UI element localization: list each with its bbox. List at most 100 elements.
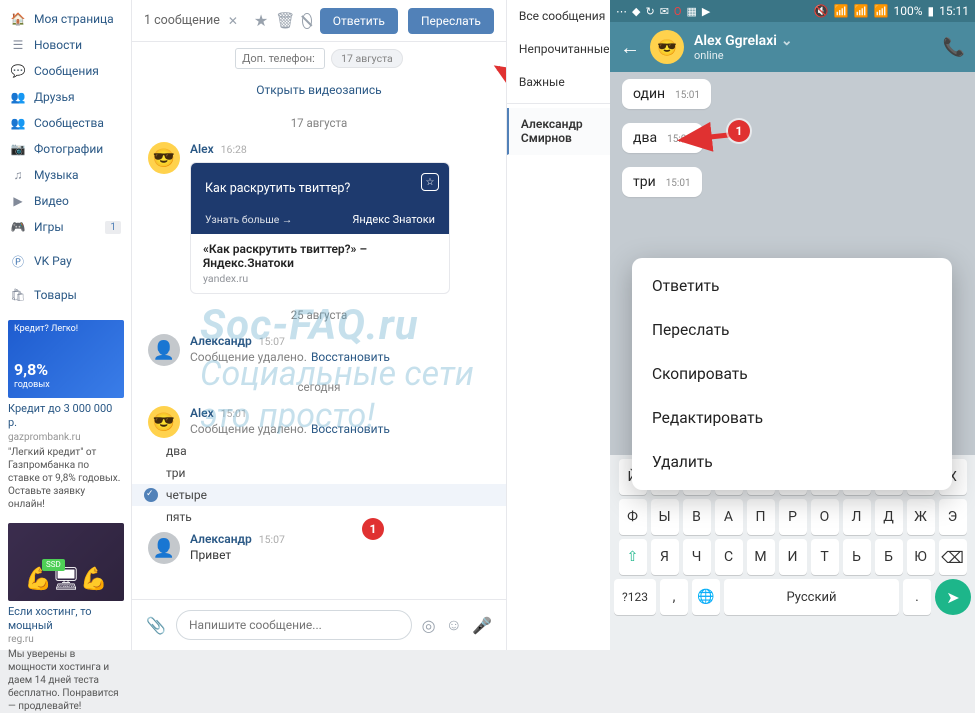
key[interactable]: И [779, 539, 807, 575]
key[interactable]: М [747, 539, 775, 575]
link-card[interactable]: Как раскрутить твиттер? ☆ Узнать больше … [190, 162, 450, 294]
open-video-link[interactable]: Открыть видеозапись [256, 83, 381, 97]
bubble-row[interactable]: три15:01 [610, 160, 975, 204]
spam-icon[interactable] [302, 13, 312, 29]
msg-body[interactable]: 17 августа Открыть видеозапись 17 август… [132, 42, 506, 599]
key[interactable]: Д [875, 499, 903, 535]
composer-input[interactable] [176, 610, 412, 640]
battery-icon: ▮ [928, 4, 935, 18]
clear-selection[interactable]: ✕ [228, 14, 238, 28]
bubble-row[interactable]: два15:01 [610, 116, 975, 160]
filter-unread[interactable]: Непрочитанные [507, 33, 622, 66]
key[interactable]: Ч [683, 539, 711, 575]
filter-all[interactable]: Все сообщения [507, 0, 622, 33]
wifi-icon: 📶 [834, 4, 849, 18]
back-icon[interactable]: ← [620, 35, 640, 60]
nav-my-page[interactable]: 🏠Моя страница [0, 6, 131, 32]
filter-important[interactable]: Важные [507, 66, 622, 99]
menu-reply[interactable]: Ответить [632, 264, 952, 308]
key[interactable]: Б [875, 539, 903, 575]
key[interactable]: П [747, 499, 775, 535]
vk-sidebar: 🏠Моя страница ☰Новости 💬Сообщения 👥Друзь… [0, 0, 132, 650]
ad-1[interactable]: Кредит? Легко! 9,8% годовых Кредит до 3 … [8, 320, 123, 511]
star-icon[interactable]: ★ [254, 12, 268, 30]
key[interactable]: О [811, 499, 839, 535]
nav-video[interactable]: ▶Видео [0, 188, 131, 214]
comma-key[interactable]: , [660, 579, 688, 615]
nav-messages[interactable]: 💬Сообщения [0, 58, 131, 84]
contact-avatar[interactable]: 😎 [650, 30, 684, 64]
numeric-key[interactable]: ?123 [614, 579, 656, 615]
message-sasha-1[interactable]: 👤 Александр 15:07 Сообщение удалено.Восс… [132, 330, 506, 372]
phone-input[interactable] [235, 48, 325, 69]
send-button[interactable]: ➤ [935, 579, 971, 615]
messages-panel: 1 сообщение ✕ ★ 🗑 Ответить Переслать 17 … [132, 0, 506, 650]
menu-edit[interactable]: Редактировать [632, 396, 952, 440]
msg-line[interactable]: пять [132, 506, 506, 528]
key[interactable]: В [683, 499, 711, 535]
bubble-row[interactable]: один15:01 [610, 72, 975, 116]
key[interactable]: С [715, 539, 743, 575]
nav-friends[interactable]: 👥Друзья [0, 84, 131, 110]
composer: 📎 ◎ ☺ 🎤 [132, 599, 506, 650]
bag-icon: 🛍 [10, 287, 26, 303]
key[interactable]: Ь [843, 539, 871, 575]
reply-button[interactable]: Ответить [320, 8, 398, 34]
nav-badge: 1 [105, 221, 121, 234]
battery-pct: 100% [893, 4, 922, 18]
call-icon[interactable]: 📞 [943, 37, 965, 58]
dot-key[interactable]: . [903, 579, 931, 615]
forward-button[interactable]: Переслать [408, 8, 494, 34]
key[interactable]: Ы [651, 499, 679, 535]
globe-key[interactable]: 🌐 [692, 579, 720, 615]
shift-key[interactable]: ⇧ [619, 539, 647, 575]
message-alex-2[interactable]: 😎 Alex 15:01 Сообщение удалено.Восстанов… [132, 402, 506, 440]
date-chip: 17 августа [331, 49, 403, 68]
menu-delete[interactable]: Удалить [632, 440, 952, 484]
key[interactable]: Р [779, 499, 807, 535]
nav-communities[interactable]: 👥Сообщества [0, 110, 131, 136]
attach-icon[interactable]: 📎 [146, 615, 166, 635]
filter-user[interactable]: Александр Смирнов [507, 108, 622, 155]
message-alex-1[interactable]: 😎 Alex 16:28 Как раскрутить твиттер? ☆ У… [132, 138, 506, 300]
msg-line-selected[interactable]: четыре [132, 484, 506, 506]
nav-games[interactable]: 🎮Игры1 [0, 214, 131, 240]
backspace-key[interactable]: ⌫ [939, 539, 967, 575]
contact-status: online [694, 49, 793, 62]
vkpay-icon: Ⓟ [10, 253, 26, 269]
friends-icon: 👥 [10, 89, 26, 105]
mobile-screenshot: ⋯ ◆ ↻ ✉ O ▦ ▶ 🔇 📶 📶 📶 100% ▮ 15:11 ← 😎 A… [610, 0, 975, 650]
message-sasha-2[interactable]: 👤 Александр 15:07 Привет [132, 528, 506, 570]
menu-copy[interactable]: Скопировать [632, 352, 952, 396]
contact-name[interactable]: Alex Ggrelaxi⌄ [694, 33, 793, 49]
key[interactable]: Л [843, 499, 871, 535]
msg-line[interactable]: три [132, 462, 506, 484]
nav-goods[interactable]: 🛍Товары [0, 282, 131, 308]
key[interactable]: А [715, 499, 743, 535]
key[interactable]: Ж [907, 499, 935, 535]
camera-icon[interactable]: ◎ [422, 616, 436, 635]
nav-vkpay[interactable]: ⓅVK Pay [0, 248, 131, 274]
opera-icon: O [674, 5, 682, 18]
key[interactable]: Я [651, 539, 679, 575]
ad-2[interactable]: SSD 💪🖥💪 Если хостинг, то мощный reg.ru М… [8, 523, 123, 713]
restore-link[interactable]: Восстановить [311, 350, 390, 364]
nav-music[interactable]: ♫Музыка [0, 162, 131, 188]
nav-photos[interactable]: 📷Фотографии [0, 136, 131, 162]
key[interactable]: Ю [907, 539, 935, 575]
voice-icon[interactable]: 🎤 [472, 616, 492, 635]
notif-icon: ⋯ [616, 5, 627, 18]
emoji-icon[interactable]: ☺ [446, 615, 462, 635]
mail-icon: ✉ [660, 5, 669, 18]
key[interactable]: Э [939, 499, 967, 535]
key[interactable]: Т [811, 539, 839, 575]
trash-icon[interactable]: 🗑 [276, 12, 294, 30]
menu-forward[interactable]: Переслать [632, 308, 952, 352]
key[interactable]: Ф [619, 499, 647, 535]
mute-icon: 🔇 [814, 4, 829, 18]
space-key[interactable]: Русский [724, 579, 899, 615]
restore-link[interactable]: Восстановить [311, 422, 390, 436]
bookmark-icon[interactable]: ☆ [421, 173, 439, 191]
nav-news[interactable]: ☰Новости [0, 32, 131, 58]
msg-line[interactable]: два [132, 440, 506, 462]
